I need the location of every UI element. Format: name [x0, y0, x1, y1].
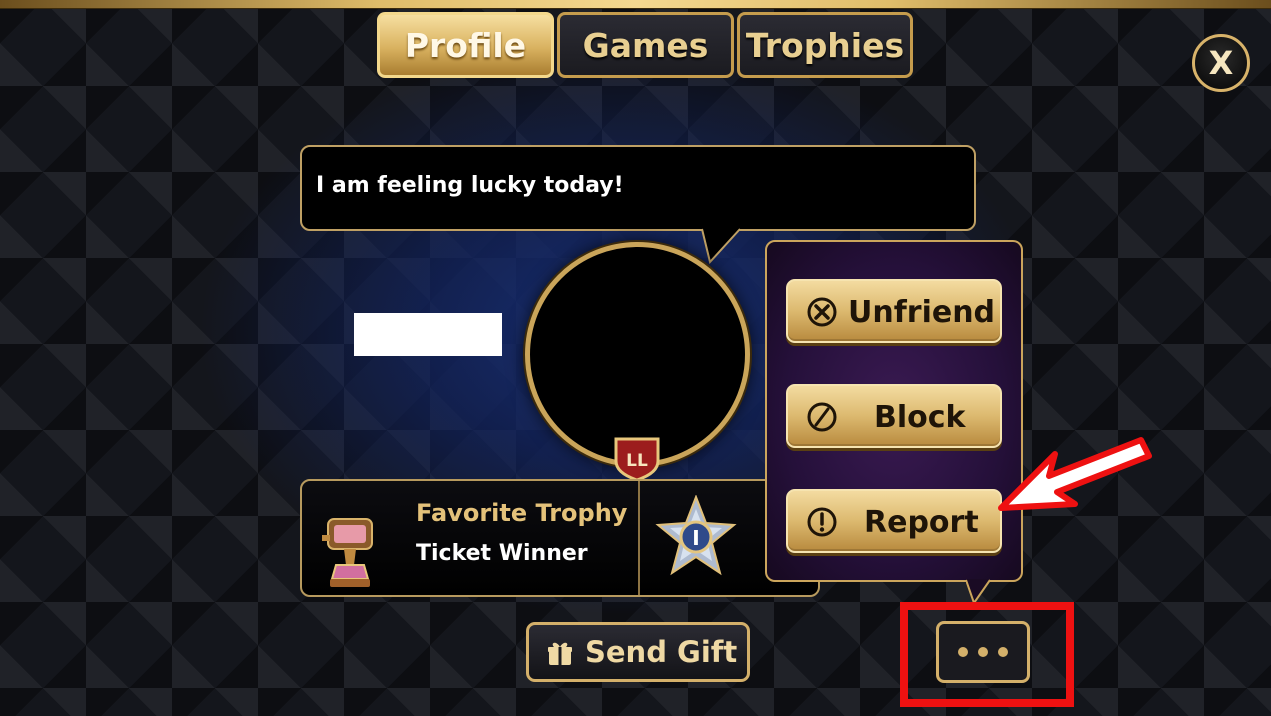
tab-games[interactable]: Games: [557, 12, 734, 78]
block-icon: [807, 402, 837, 432]
rank-badge-label: LL: [626, 451, 648, 471]
trophy-panel: Favorite Trophy Ticket Winner I: [300, 479, 820, 597]
close-button[interactable]: X: [1192, 34, 1250, 92]
send-gift-label: Send Gift: [585, 635, 738, 669]
report-exclamation-icon: [807, 507, 837, 537]
rank-badge-icon: LL: [614, 437, 660, 481]
block-label: Block: [874, 400, 966, 435]
avatar[interactable]: [525, 242, 750, 467]
trophy-cup-icon: [322, 518, 373, 587]
tab-trophies[interactable]: Trophies: [737, 12, 913, 78]
level-badge-label: I: [692, 526, 699, 550]
report-label: Report: [864, 505, 979, 540]
unfriend-button[interactable]: Unfriend: [786, 279, 1002, 343]
player-name-redacted: [354, 313, 502, 356]
speech-bubble-tail: [701, 228, 741, 264]
unfriend-label: Unfriend: [848, 295, 996, 330]
close-icon: X: [1208, 44, 1234, 82]
favorite-trophy-name: Ticket Winner: [416, 541, 588, 566]
status-message: I am feeling lucky today!: [316, 173, 624, 198]
star-badge-icon: I: [655, 495, 737, 576]
top-gold-rail: [0, 0, 1271, 9]
block-button[interactable]: Block: [786, 384, 1002, 448]
favorite-trophy-title: Favorite Trophy: [416, 499, 628, 527]
status-speech-bubble: I am feeling lucky today!: [300, 145, 976, 231]
send-gift-button[interactable]: Send Gift: [526, 622, 750, 682]
report-button[interactable]: Report: [786, 489, 1002, 553]
tab-profile[interactable]: Profile: [377, 12, 554, 78]
profile-screen: Profile Games Trophies X I am feeling lu…: [0, 0, 1271, 716]
unfriend-x-icon: [807, 297, 837, 327]
panel-divider: [638, 481, 640, 595]
pointer-arrow-icon: [998, 437, 1152, 511]
highlight-box: [900, 602, 1074, 707]
gift-icon: [548, 642, 572, 665]
